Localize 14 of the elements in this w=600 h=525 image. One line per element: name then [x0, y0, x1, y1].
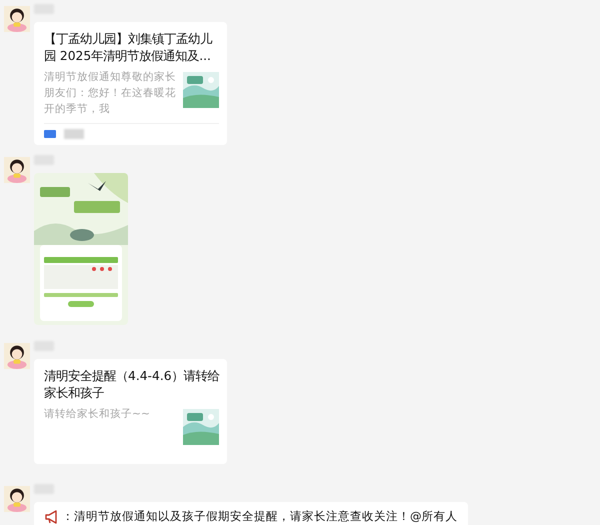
link-card[interactable]: 清明安全提醒（4.4-4.6）请转给家长和孩子 请转给家长和孩子~~: [34, 359, 227, 464]
source-footer[interactable]: [44, 123, 219, 139]
avatar-icon[interactable]: [4, 4, 30, 34]
avatar-icon[interactable]: [4, 484, 30, 514]
blurred-source: [64, 129, 84, 139]
card-title: 【丁孟幼儿园】刘集镇丁孟幼儿园 2025年清明节放假通知及...: [44, 31, 214, 65]
source-icon: [44, 130, 56, 138]
card-description: 请转给家长和孩子~~: [44, 406, 151, 422]
card-title: 清明安全提醒（4.4-4.6）请转给家长和孩子: [44, 368, 220, 402]
link-card[interactable]: 【丁孟幼儿园】刘集镇丁孟幼儿园 2025年清明节放假通知及... 清明节放假通知尊敬的家长朋友们：您好！在这春暖花开的季节，我: [34, 22, 227, 145]
card-description: 清明节放假通知尊敬的家长朋友们：您好！在这春暖花开的季节，我: [44, 69, 176, 117]
message-text: ：清明节放假通知以及孩子假期安全提醒，请家长注意查收关注！@所有人: [62, 509, 458, 524]
avatar-icon[interactable]: [4, 155, 30, 185]
avatar-icon[interactable]: [4, 341, 30, 371]
